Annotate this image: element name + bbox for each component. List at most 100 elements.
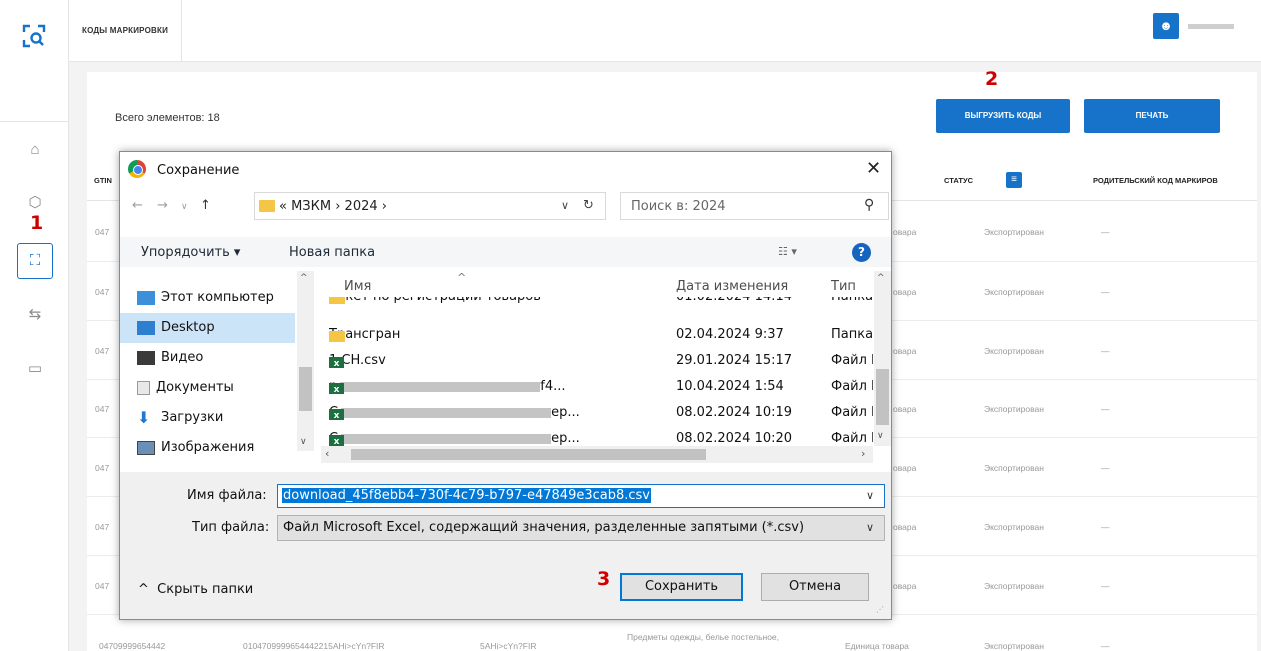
file-scrollbar[interactable]: ^ ∨ xyxy=(874,271,891,446)
address-dropdown-icon[interactable]: ∨ xyxy=(561,199,569,212)
home-icon[interactable]: ⌂ xyxy=(24,139,46,161)
refresh-icon[interactable]: ↻ xyxy=(583,198,594,213)
table-row[interactable]: 04709999654442 0104709999654442215AHi>cY… xyxy=(87,627,1257,651)
cell-kind: овара xyxy=(893,346,917,356)
cell-parent: — xyxy=(1101,227,1110,237)
nav-item-video[interactable]: Видео xyxy=(137,343,297,373)
cell-gtin: 04709999654442 xyxy=(99,641,166,651)
redacted-text xyxy=(340,381,541,392)
box-icon[interactable]: ⬡ xyxy=(24,192,46,214)
nav-scrollbar[interactable]: ^ ∨ xyxy=(297,271,314,451)
new-folder-button[interactable]: Новая папка xyxy=(289,245,375,260)
user-icon[interactable]: ☻ xyxy=(1153,13,1179,39)
nav-item-pictures[interactable]: Изображения xyxy=(137,433,297,463)
cell-parent: — xyxy=(1101,641,1110,651)
search-box[interactable]: Поиск в: 2024 ⚲ xyxy=(620,192,889,220)
filetype-select[interactable]: Файл Microsoft Excel, содержащий значени… xyxy=(277,515,885,541)
filename-input[interactable]: download_45f8ebb4-730f-4c79-b797-e47849e… xyxy=(277,484,885,508)
column-name[interactable]: Имя xyxy=(344,279,371,294)
video-icon xyxy=(137,350,155,365)
save-button[interactable]: Сохранить xyxy=(620,573,743,601)
help-icon[interactable]: ? xyxy=(852,243,871,262)
history-chevron-icon[interactable]: ∨ xyxy=(181,202,188,212)
dialog-toolbar: Упорядочить ▾ Новая папка ☷ ▾ ? xyxy=(120,237,891,267)
search-icon[interactable]: ⚲ xyxy=(864,197,874,213)
file-row[interactable]: xрf4... 10.04.2024 1:54 Файл I xyxy=(321,375,881,401)
file-name-tail: ер... xyxy=(551,405,580,420)
scan-logo-icon[interactable] xyxy=(22,24,46,48)
exchange-icon[interactable]: ⇆ xyxy=(24,304,46,326)
annotation-2: 2 xyxy=(985,68,999,90)
nav-item-downloads[interactable]: ⬇ Загрузки xyxy=(137,403,297,433)
cell-kind: овара xyxy=(893,463,917,473)
h-scroll-thumb[interactable] xyxy=(351,449,706,460)
print-button[interactable]: ПЕЧАТЬ xyxy=(1084,99,1220,133)
file-name: x1 CH.csv xyxy=(329,353,669,368)
sort-caret-icon: ^ xyxy=(457,271,467,284)
cell-status: Экспортирован xyxy=(984,227,1044,237)
annotation-1: 1 xyxy=(30,212,44,234)
back-arrow-icon[interactable]: ← xyxy=(132,198,143,213)
header-status[interactable]: СТАТУС xyxy=(944,160,973,201)
file-row[interactable]: xСер... 08.02.2024 10:19 Файл I xyxy=(321,401,881,427)
file-type: Файл I xyxy=(831,431,873,446)
file-scroll-thumb[interactable] xyxy=(876,369,889,425)
folder-icon xyxy=(259,200,275,212)
header-gtin[interactable]: GTIN xyxy=(94,160,112,201)
download-icon: ⬇ xyxy=(137,407,151,427)
cell-gtin: 047 xyxy=(95,227,110,237)
export-codes-button[interactable]: ВЫГРУЗИТЬ КОДЫ xyxy=(936,99,1070,133)
cell-status: Экспортирован xyxy=(984,522,1044,532)
up-arrow-icon[interactable]: ↑ xyxy=(200,198,211,213)
close-icon[interactable]: ✕ xyxy=(866,158,881,179)
nav-pane: Этот компьютер Desktop Видео Документы ⬇… xyxy=(120,271,317,469)
chevron-down-icon[interactable]: ∨ xyxy=(866,489,874,502)
file-hscrollbar[interactable]: ‹ › xyxy=(321,446,873,463)
cancel-button[interactable]: Отмена xyxy=(761,573,869,601)
chrome-icon xyxy=(128,160,146,178)
user-name-redacted xyxy=(1188,24,1234,29)
cell-parent: — xyxy=(1101,404,1110,414)
cell-kind: овара xyxy=(893,227,917,237)
file-name: Трансгран xyxy=(329,327,669,342)
nav-item-documents[interactable]: Документы xyxy=(137,373,297,403)
excel-file-icon: x xyxy=(329,435,344,446)
folder-icon xyxy=(329,297,345,304)
filter-icon[interactable]: ≡ xyxy=(1006,172,1022,188)
resize-grip-icon[interactable]: ⋰ xyxy=(876,605,884,614)
tab-marking-codes[interactable]: КОДЫ МАРКИРОВКИ xyxy=(69,0,183,62)
column-date[interactable]: Дата изменения xyxy=(676,279,788,294)
view-options-icon[interactable]: ☷ ▾ xyxy=(778,245,797,258)
file-date: 10.04.2024 1:54 xyxy=(676,379,784,394)
header-parent-code[interactable]: РОДИТЕЛЬСКИЙ КОД МАРКИРОВ xyxy=(1093,160,1218,201)
cell-parent: — xyxy=(1101,346,1110,356)
file-name: xСер... xyxy=(329,405,669,420)
cell-kind: овара xyxy=(893,404,917,414)
nav-item-desktop[interactable]: Desktop xyxy=(120,313,295,343)
file-row[interactable]: Трансгран 02.04.2024 9:37 Папка xyxy=(321,323,881,349)
hide-folders-toggle[interactable]: ^ Скрыть папки xyxy=(138,582,253,597)
folder-icon xyxy=(329,331,345,342)
cell-status: Экспортирован xyxy=(984,287,1044,297)
address-bar[interactable]: « МЗКМ › 2024 › ∨ ↻ xyxy=(254,192,606,220)
dialog-title: Сохранение xyxy=(157,163,240,178)
chevron-down-icon[interactable]: ∨ xyxy=(866,521,874,534)
file-name-tail: ер... xyxy=(551,431,580,446)
annotation-3: 3 xyxy=(597,568,611,590)
nav-item-label: Загрузки xyxy=(161,410,224,425)
nav-item-computer[interactable]: Этот компьютер xyxy=(137,283,297,313)
file-row[interactable]: Тикет по регистрации товаров 01.02.2024 1… xyxy=(321,297,881,311)
cell-gtin: 047 xyxy=(95,581,110,591)
forward-arrow-icon[interactable]: → xyxy=(157,198,168,213)
archive-icon[interactable]: ▭ xyxy=(24,358,46,380)
marking-codes-icon[interactable]: ⛶ xyxy=(17,243,53,279)
column-type[interactable]: Тип xyxy=(831,279,856,294)
filename-value: download_45f8ebb4-730f-4c79-b797-e47849e… xyxy=(282,488,651,503)
cell-status: Экспортирован xyxy=(984,581,1044,591)
cell-code-short: 5AHi>cYn?FIR xyxy=(480,641,537,651)
nav-scroll-thumb[interactable] xyxy=(299,367,312,411)
total-count: Всего элементов: 18 xyxy=(115,112,220,124)
organize-button[interactable]: Упорядочить ▾ xyxy=(141,245,240,260)
filetype-label: Тип файла: xyxy=(192,520,270,535)
file-row[interactable]: x1 CH.csv 29.01.2024 15:17 Файл I xyxy=(321,349,881,375)
